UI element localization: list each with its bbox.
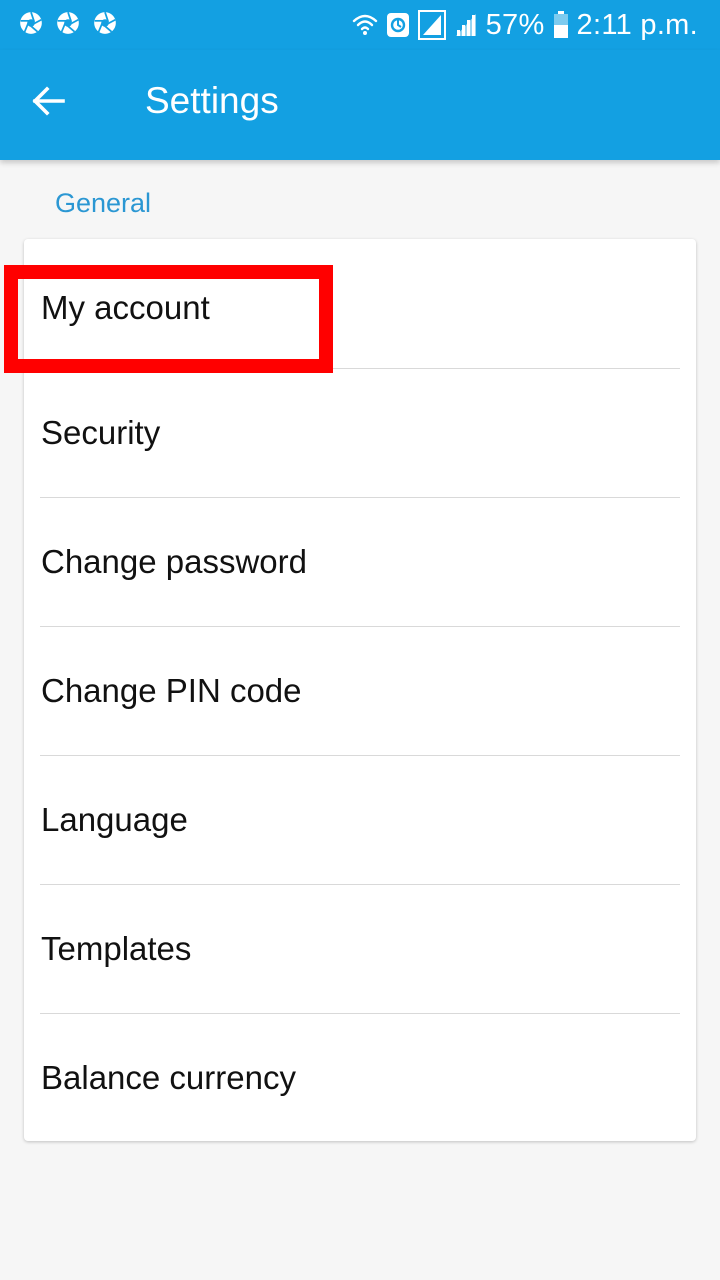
settings-item-label: Templates [41,929,192,967]
data-saver-icon [386,11,410,39]
settings-item-label: Language [41,800,188,838]
settings-item-label: Balance currency [41,1058,296,1096]
battery-icon [553,11,569,39]
settings-item-change-pin[interactable]: Change PIN code [24,626,696,755]
signal-icon [417,10,446,40]
page-title: Settings [145,80,279,121]
aperture-icon [92,10,118,36]
highlight-annotation [4,265,333,373]
app-bar: Settings [0,50,720,160]
settings-item-change-password[interactable]: Change password [24,497,696,626]
wifi-icon [352,11,378,39]
settings-item-language[interactable]: Language [24,755,696,884]
settings-item-templates[interactable]: Templates [24,884,696,1013]
arrow-left-icon [32,85,66,121]
signal-icon [454,12,478,38]
system-icons: 57% 2:11 p.m. [352,6,698,44]
status-bar: 57% 2:11 p.m. [0,0,720,50]
settings-item-security[interactable]: Security [24,368,696,497]
notification-icons [18,10,118,36]
back-button[interactable] [20,74,78,132]
settings-item-label: Change password [41,542,307,580]
section-header: General [55,188,152,218]
settings-list: My account Security Change password Chan… [24,239,696,1141]
aperture-icon [18,10,44,36]
battery-text: 57% [485,8,545,41]
clock: 2:11 p.m. [576,8,698,41]
settings-item-label: Change PIN code [41,671,302,709]
settings-item-label: Security [41,413,161,451]
settings-item-balance-currency[interactable]: Balance currency [24,1013,696,1142]
aperture-icon [55,10,81,36]
